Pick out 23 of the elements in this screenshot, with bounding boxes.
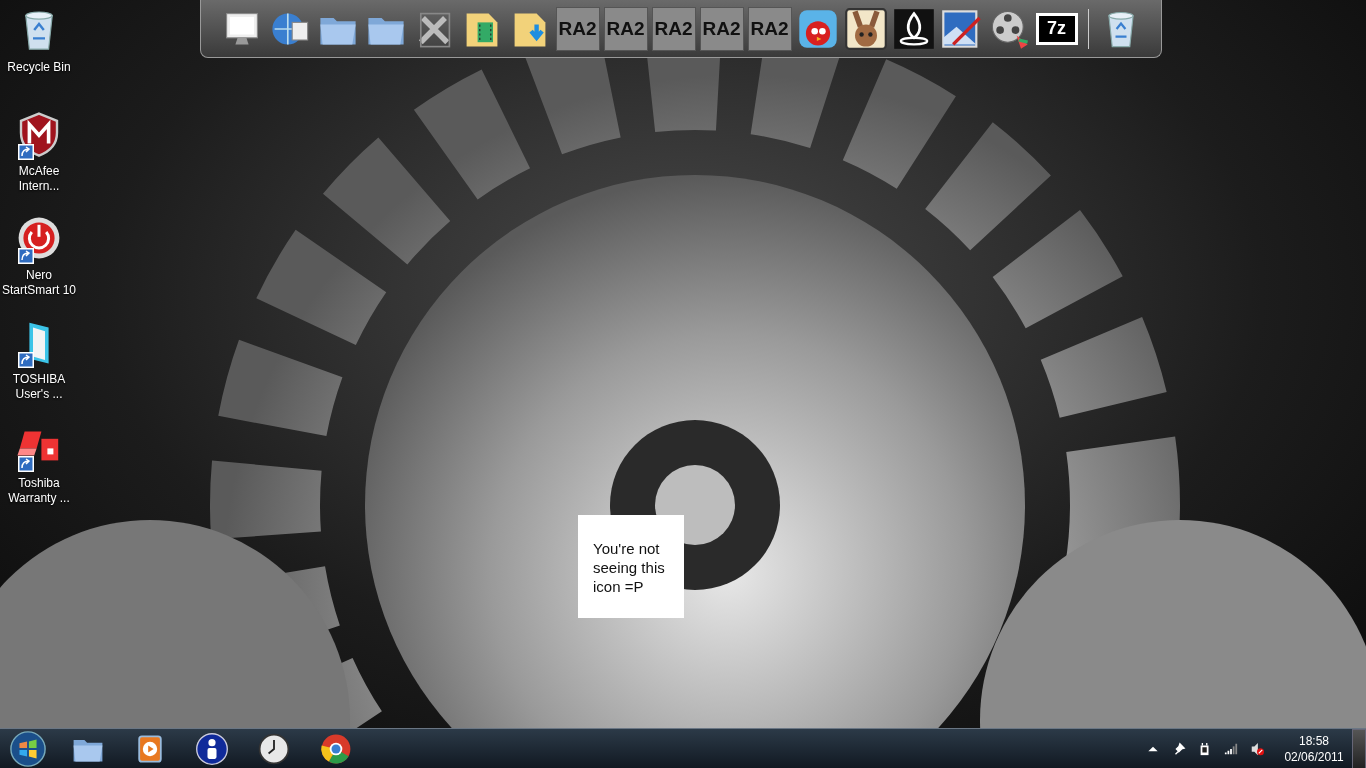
- clock-time: 18:58: [1299, 732, 1329, 749]
- person-icon[interactable]: [194, 730, 230, 767]
- note-text: You're not seeing this icon =P: [578, 515, 684, 618]
- muted-speaker-icon[interactable]: [1250, 741, 1264, 756]
- desktop-icon-label[interactable]: Recycle Bin: [1, 60, 77, 75]
- flame-icon[interactable]: [891, 6, 936, 51]
- pin-icon[interactable]: [1172, 741, 1186, 756]
- clock-date: 02/06/2011: [1284, 748, 1344, 765]
- desktop-icon-label[interactable]: Toshiba Warranty ...: [1, 476, 77, 506]
- power-plug-icon[interactable]: [1198, 741, 1212, 756]
- archive-icon[interactable]: 7z: [1035, 12, 1078, 45]
- rabbit-icon[interactable]: [843, 6, 888, 51]
- metal-plate-icon[interactable]: RA2: [555, 6, 600, 51]
- show-desktop-button[interactable]: [1352, 728, 1366, 768]
- desktop-icon-label[interactable]: Nero StartSmart 10: [1, 268, 77, 298]
- metal-plate-icon[interactable]: RA2: [651, 6, 696, 51]
- metal-plate-icon[interactable]: RA2: [747, 6, 792, 51]
- desktop-icon-label[interactable]: TOSHIBA User's ...: [1, 372, 77, 402]
- signal-bars-icon[interactable]: [1224, 741, 1238, 756]
- metal-plate-icon[interactable]: RA2: [699, 6, 744, 51]
- clock[interactable]: 18:58 02/06/2011: [1276, 732, 1352, 765]
- desktop-icon-label[interactable]: McAfee Intern...: [1, 164, 77, 194]
- metal-plate-icon[interactable]: RA2: [603, 6, 648, 51]
